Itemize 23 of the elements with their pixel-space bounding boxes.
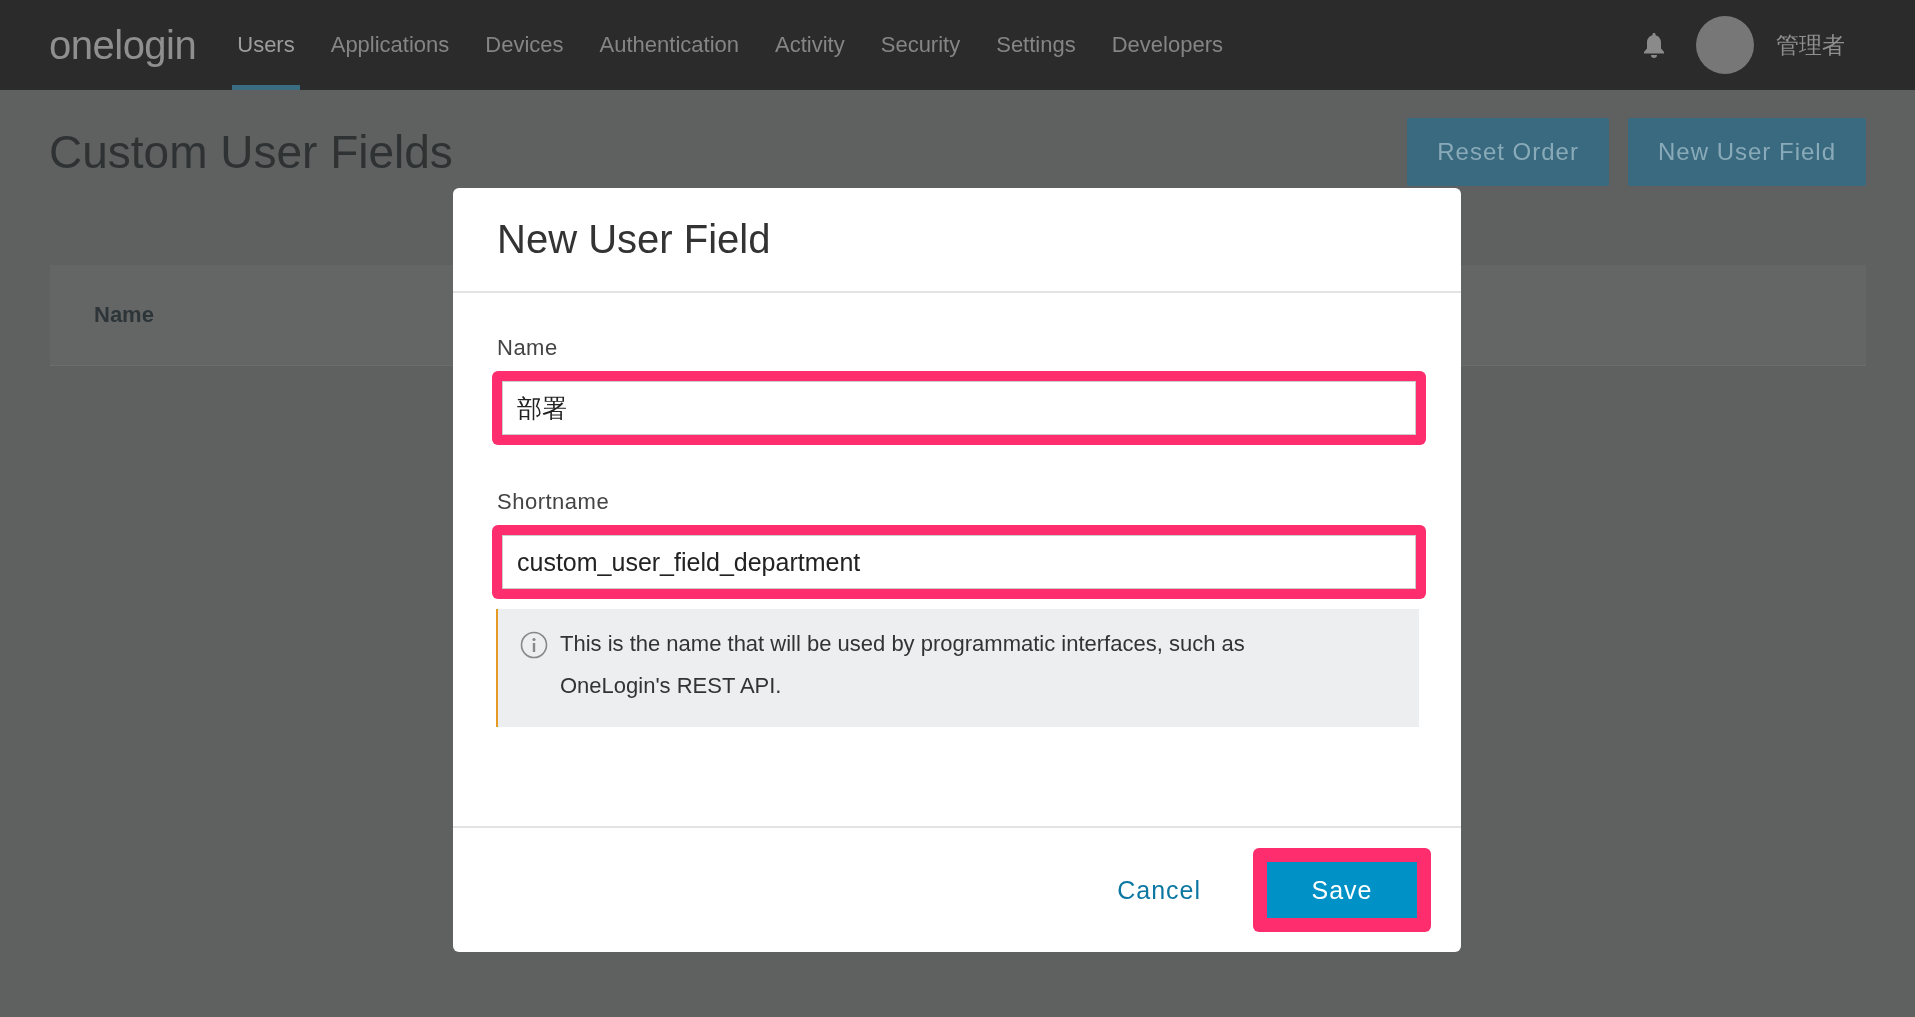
info-text: This is the name that will be used by programmatic interfaces, such as OneLogin's REST API. bbox=[560, 630, 1246, 700]
nav-tab[interactable]: Activity bbox=[770, 0, 850, 90]
bell-icon[interactable] bbox=[1642, 32, 1666, 58]
page-button[interactable]: Reset Order bbox=[1407, 118, 1609, 186]
nav-tab[interactable]: Authentication bbox=[594, 0, 745, 90]
user-name[interactable]: 管理者 bbox=[1776, 29, 1845, 61]
nav-tab[interactable]: Applications bbox=[325, 0, 455, 90]
nav-tab[interactable]: Settings bbox=[991, 0, 1081, 90]
nav-tab[interactable]: Developers bbox=[1106, 0, 1228, 90]
logo[interactable]: onelogin bbox=[49, 22, 197, 68]
dialog-title: New User Field bbox=[497, 217, 771, 262]
info-icon bbox=[520, 631, 548, 659]
cancel-button[interactable]: Cancel bbox=[1117, 867, 1201, 913]
field-label: Shortname bbox=[497, 489, 611, 515]
nav-tab[interactable]: Devices bbox=[480, 0, 569, 90]
save-button[interactable]: Save bbox=[1267, 862, 1417, 918]
input-field[interactable]: 部署 bbox=[502, 381, 1416, 435]
nav-tab[interactable]: Users bbox=[232, 0, 300, 90]
nav-tab[interactable]: Security bbox=[875, 0, 966, 90]
column-header: Name bbox=[94, 302, 154, 328]
input-field[interactable]: custom_user_field_department bbox=[502, 535, 1416, 589]
page-button[interactable]: New User Field bbox=[1627, 118, 1866, 186]
field-label: Name bbox=[497, 335, 559, 361]
